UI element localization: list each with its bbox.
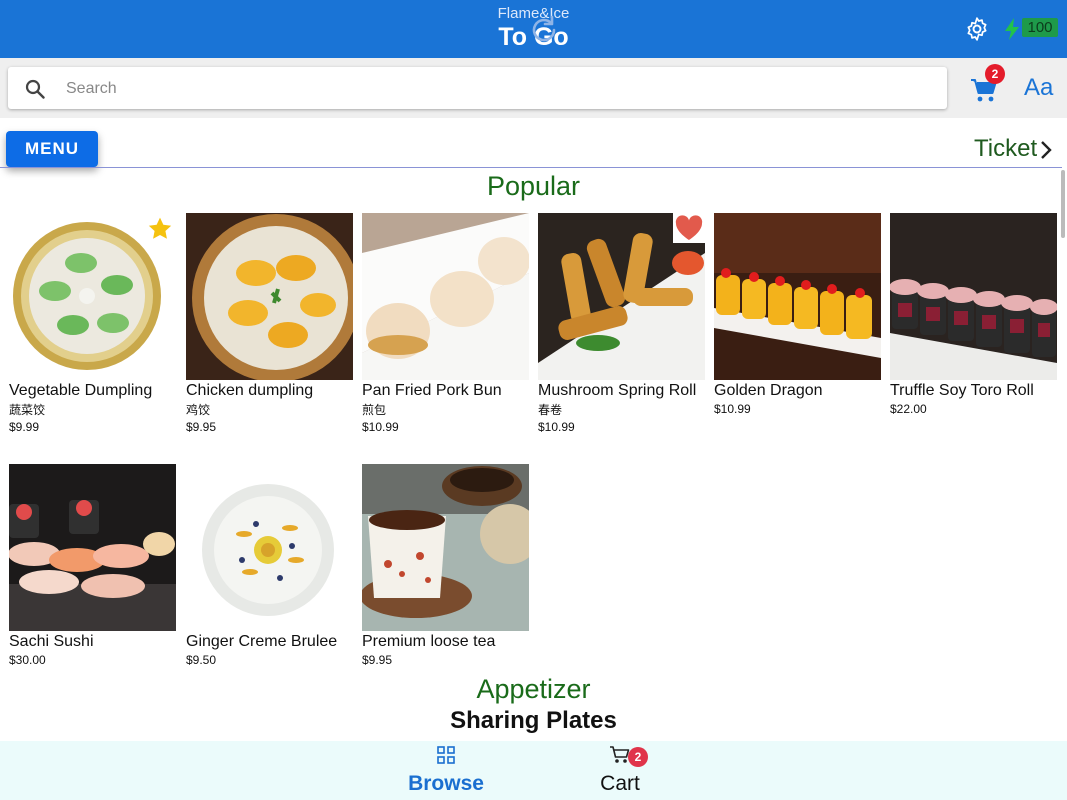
search-icon	[25, 79, 45, 99]
item-photo	[362, 213, 529, 380]
menu-item-ginger-creme-brulee[interactable]: Ginger Creme Brulee $9.50	[186, 464, 353, 668]
item-name: Ginger Creme Brulee	[186, 633, 338, 650]
menu-item-mushroom-spring-roll[interactable]: Mushroom Spring Roll 春卷 $10.99	[538, 213, 705, 435]
charging-bolt-icon	[1005, 18, 1019, 40]
tab-cart[interactable]: Cart	[575, 745, 665, 796]
item-photo	[9, 464, 176, 631]
item-photo	[186, 464, 353, 631]
item-name: Truffle Soy Toro Roll	[890, 382, 1034, 399]
tab-browse-label: Browse	[408, 772, 484, 795]
subsection-title-sharing-plates: Sharing Plates	[450, 707, 617, 734]
item-photo	[186, 213, 353, 380]
menu-item-pan-fried-pork-bun[interactable]: Pan Fried Pork Bun 煎包 $10.99	[362, 213, 529, 435]
item-price: $10.99	[362, 420, 399, 434]
item-price: $10.99	[714, 402, 751, 416]
star-icon	[148, 217, 172, 239]
tab-browse[interactable]: Browse	[396, 745, 496, 796]
section-title-popular: Popular	[486, 171, 581, 201]
item-name: Chicken dumpling	[186, 382, 314, 399]
section-divider	[0, 167, 1062, 168]
section-title-appetizer: Appetizer	[476, 674, 591, 704]
item-price: $10.99	[538, 420, 575, 434]
item-chinese-name: 鸡饺	[186, 403, 211, 417]
menu-item-premium-loose-tea[interactable]: Premium loose tea $9.95	[362, 464, 529, 668]
menu-item-sachi-sushi[interactable]: Sachi Sushi $30.00	[9, 464, 176, 668]
item-price: $9.99	[9, 420, 40, 434]
bottom-navigation: Browse Cart	[0, 741, 1067, 800]
tab-cart-label: Cart	[600, 772, 640, 795]
menu-item-truffle-soy-toro-roll[interactable]: Truffle Soy Toro Roll $22.00	[890, 213, 1057, 417]
item-chinese-name: 蔬菜饺	[9, 403, 46, 417]
item-name: Golden Dragon	[714, 382, 823, 399]
item-photo	[9, 213, 176, 380]
search-row	[0, 58, 1067, 118]
item-name: Premium loose tea	[362, 633, 496, 650]
cart-count-badge: 2	[985, 64, 1005, 84]
item-price: $9.95	[362, 653, 393, 667]
font-size-button[interactable]: Aa	[1024, 74, 1053, 102]
menu-button[interactable]: MENU	[6, 131, 98, 167]
search-box[interactable]	[8, 67, 947, 109]
item-chinese-name: 煎包	[362, 403, 387, 417]
refresh-icon[interactable]	[528, 14, 560, 46]
item-price: $9.50	[186, 653, 217, 667]
item-photo	[890, 213, 1057, 380]
item-price: $9.95	[186, 420, 217, 434]
item-name: Pan Fried Pork Bun	[362, 382, 502, 399]
menu-item-chicken-dumpling[interactable]: Chicken dumpling 鸡饺 $9.95	[186, 213, 353, 435]
item-photo	[714, 213, 881, 380]
menu-item-golden-dragon[interactable]: Golden Dragon $10.99	[714, 213, 881, 417]
search-input[interactable]	[64, 73, 928, 105]
item-photo	[538, 213, 705, 380]
item-name: Mushroom Spring Roll	[538, 382, 697, 399]
menu-item-vegetable-dumpling[interactable]: Vegetable Dumpling 蔬菜饺 $9.99	[9, 213, 176, 435]
top-app-bar: Flame&Ice To Go 100	[0, 0, 1067, 58]
gear-icon[interactable]	[964, 16, 990, 42]
heart-icon	[675, 215, 703, 240]
grid-icon	[437, 746, 455, 764]
item-price: $22.00	[890, 402, 927, 416]
item-photo	[362, 464, 529, 631]
battery-level: 100	[1022, 18, 1058, 37]
item-chinese-name: 春卷	[538, 403, 563, 417]
item-name: Sachi Sushi	[9, 633, 94, 650]
ticket-label: Ticket	[974, 135, 1038, 162]
cart-tab-badge: 2	[628, 747, 648, 767]
chevron-right-icon	[1041, 140, 1052, 159]
item-name: Vegetable Dumpling	[9, 382, 153, 399]
item-price: $30.00	[9, 653, 46, 667]
favorite-heart-badge	[673, 213, 705, 243]
ticket-link[interactable]: Ticket	[974, 135, 1053, 163]
